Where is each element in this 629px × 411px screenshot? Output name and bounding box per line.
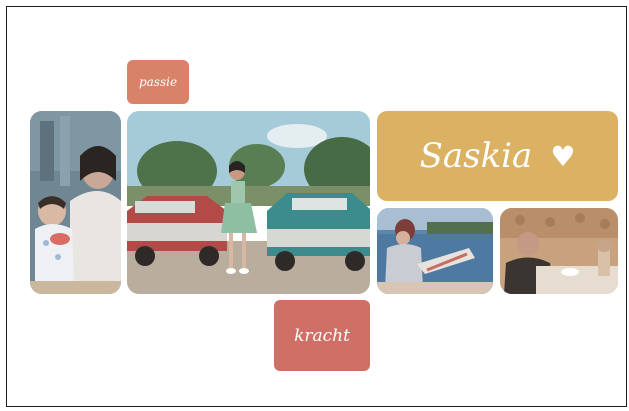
passie-label: passie — [138, 75, 178, 89]
heart-icon: ♥ — [550, 139, 576, 173]
kracht-label: kracht — [294, 325, 350, 346]
photo-lake-child — [377, 208, 493, 294]
photo-cars-woman — [127, 111, 370, 294]
name-banner: Saskia ♥ — [377, 111, 618, 201]
photo-grandmother-table — [500, 208, 618, 294]
passie-label-tile: passie — [127, 60, 189, 104]
photo-mother-child — [30, 111, 121, 294]
kracht-label-tile: kracht — [274, 300, 370, 371]
name-text: Saskia — [419, 136, 533, 176]
